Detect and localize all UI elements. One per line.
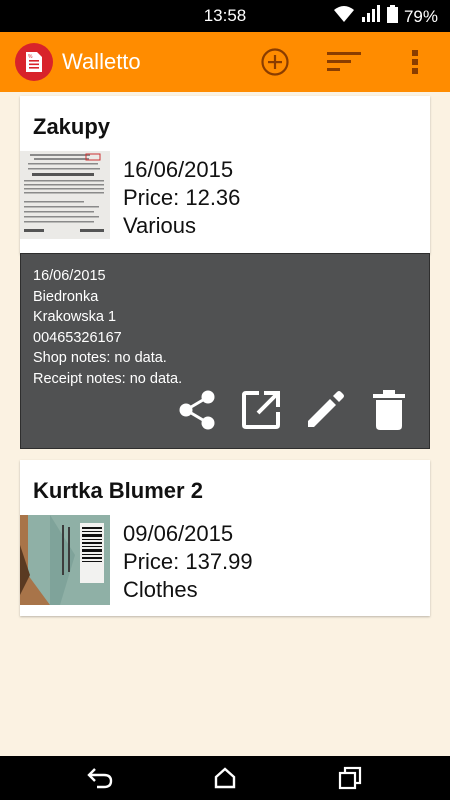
app-bar: % Walletto: [0, 32, 450, 92]
back-icon[interactable]: [85, 763, 115, 793]
details-address: Krakowska 1: [33, 309, 117, 325]
details-shop: Biedronka: [33, 288, 99, 305]
details-receipt-notes: Receipt notes: no data.: [33, 370, 183, 387]
delete-icon[interactable]: [369, 390, 409, 430]
signal-icon: [361, 5, 381, 28]
app-title: Walletto: [62, 49, 141, 74]
receipt-card[interactable]: Zakupy 16/06/2015 Price: 12.36 Various: [20, 96, 430, 254]
edit-icon[interactable]: [305, 390, 345, 430]
receipt-price: Price: 137.99: [123, 549, 253, 574]
receipt-thumbnail[interactable]: [20, 515, 110, 605]
receipt-details-panel: 16/06/2015 Biedronka Krakowska 1 0046532…: [20, 253, 430, 449]
receipt-price: Price: 12.36: [123, 185, 241, 210]
open-external-icon[interactable]: [241, 390, 281, 430]
wifi-icon: [333, 5, 355, 28]
navigation-bar: [0, 756, 450, 800]
receipt-title: Kurtka Blumer 2: [33, 478, 203, 503]
share-icon[interactable]: [177, 390, 217, 430]
status-bar: 13:58 79%: [0, 0, 450, 32]
add-icon[interactable]: [259, 46, 291, 78]
svg-text:%: %: [28, 54, 33, 60]
receipt-thumbnail[interactable]: [20, 151, 110, 239]
receipt-category: Clothes: [123, 577, 198, 602]
receipt-logo-icon: %: [15, 43, 53, 81]
receipt-card[interactable]: Kurtka Blumer 2 09/06/2015 Price: 137.99…: [20, 460, 430, 616]
receipt-date: 09/06/2015: [123, 521, 234, 546]
recents-icon[interactable]: [335, 763, 365, 793]
overflow-menu-icon[interactable]: [399, 46, 431, 78]
receipt-category: Various: [123, 213, 196, 238]
home-icon[interactable]: [210, 763, 240, 793]
battery-percent: 79%: [403, 6, 438, 26]
receipt-title: Zakupy: [33, 114, 111, 139]
battery-icon: [386, 5, 398, 28]
details-number: 00465326167: [33, 329, 122, 346]
details-shop-notes: Shop notes: no data.: [33, 350, 167, 366]
receipt-date: 16/06/2015: [123, 157, 234, 182]
details-date: 16/06/2015: [33, 268, 106, 284]
sort-icon[interactable]: [327, 46, 363, 78]
